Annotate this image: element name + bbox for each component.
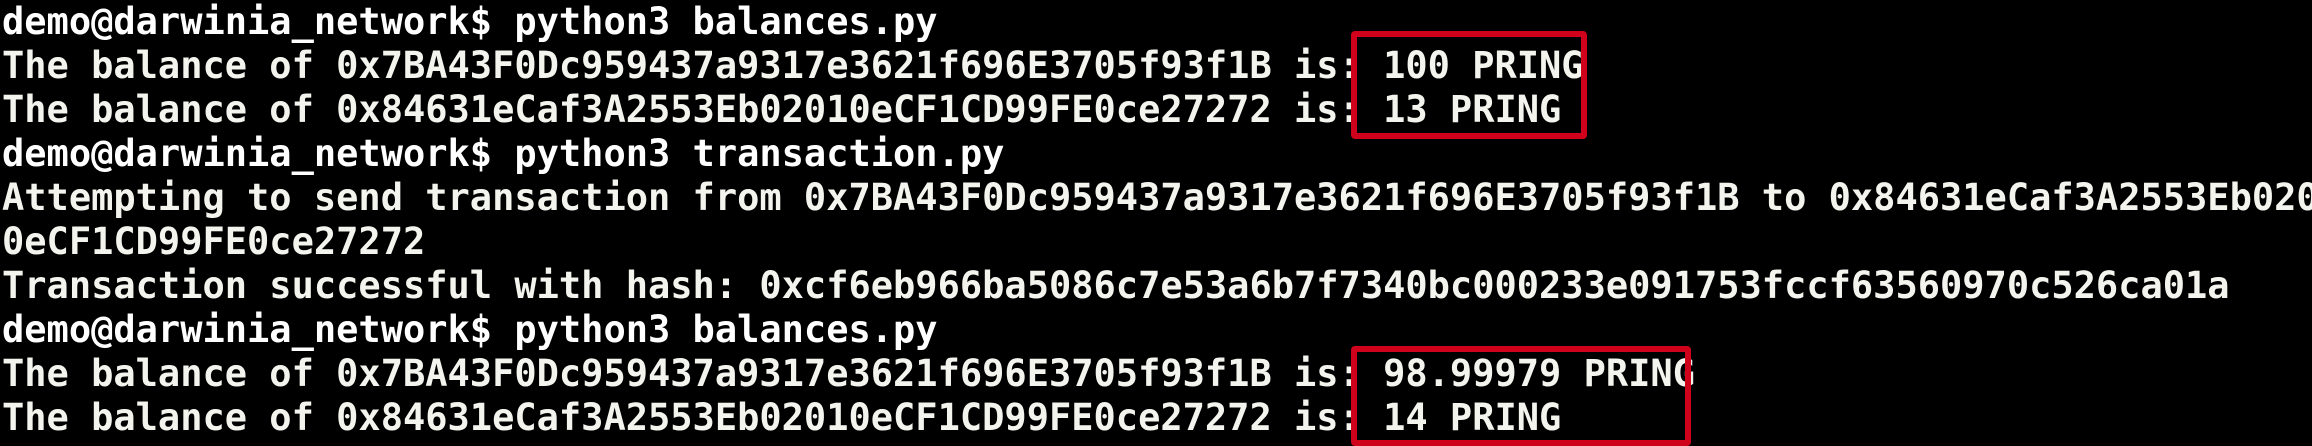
balance-highlight-box-after	[1351, 346, 1691, 446]
balance-highlight-box-before	[1351, 31, 1587, 139]
prompt-command-line: demo@darwinia_network$ python3 transacti…	[2, 132, 1005, 175]
output-line-balance: The balance of 0x84631eCaf3A2553Eb02010e…	[2, 88, 1562, 131]
prompt-command-line: demo@darwinia_network$ python3 balances.…	[2, 308, 938, 351]
prompt-command-line: demo@darwinia_network$ python3 balances.…	[2, 0, 938, 43]
output-line-balance: The balance of 0x84631eCaf3A2553Eb02010e…	[2, 396, 1562, 439]
output-line-balance: The balance of 0x7BA43F0Dc959437a9317e36…	[2, 44, 1584, 87]
output-line-transaction-wrap: 0eCF1CD99FE0ce27272	[2, 220, 426, 263]
output-line-transaction: Attempting to send transaction from 0x7B…	[2, 176, 2312, 219]
terminal-window[interactable]: demo@darwinia_network$ python3 balances.…	[0, 0, 2312, 446]
output-line-hash: Transaction successful with hash: 0xcf6e…	[2, 264, 2230, 307]
